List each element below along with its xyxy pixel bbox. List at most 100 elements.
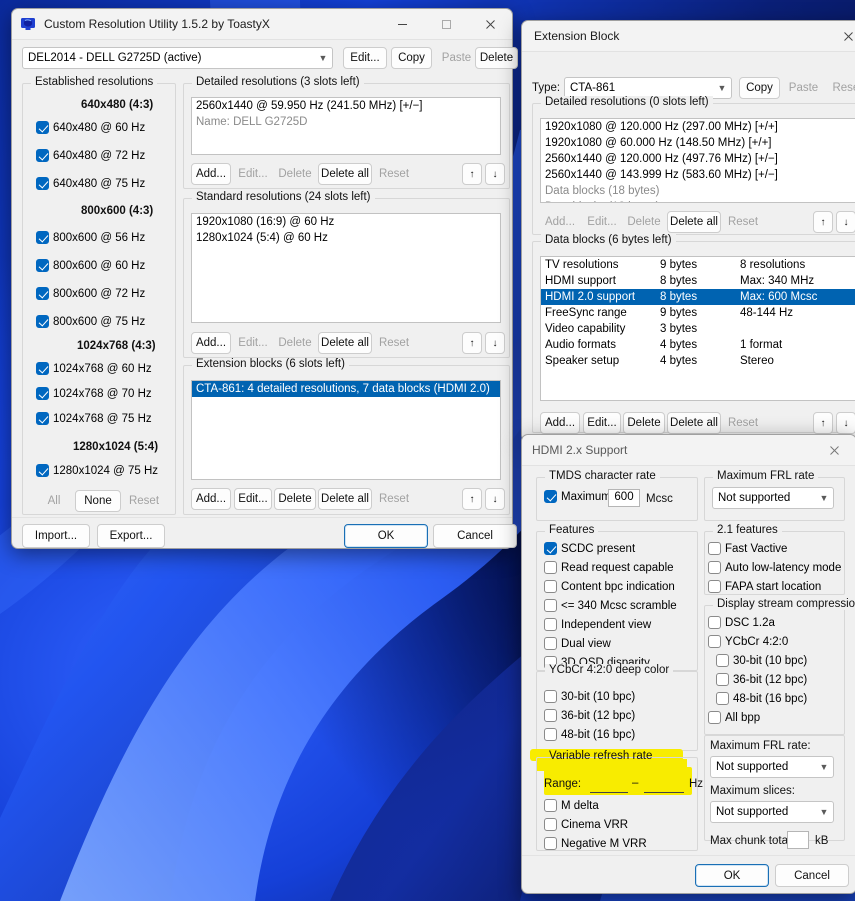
hdmi-ok-button[interactable]: OK xyxy=(695,864,769,887)
import-button[interactable]: Import... xyxy=(22,524,90,548)
feature21-checkbox-fast-vactive[interactable]: Fast Vactive xyxy=(708,542,787,555)
extension-edit-button[interactable]: Edit... xyxy=(234,488,272,510)
extension-delete-button[interactable]: Delete xyxy=(274,488,316,510)
established-checkbox-1024x768-75[interactable]: 1024x768 @ 75 Hz xyxy=(36,412,152,425)
feature-checkbox-content-bpc-indication[interactable]: Content bpc indication xyxy=(544,580,675,593)
hdmi-cancel-button[interactable]: Cancel xyxy=(775,864,849,887)
feature-checkbox-read-request-capable[interactable]: Read request capable xyxy=(544,561,674,574)
list-item[interactable]: 1920x1080 (16:9) @ 60 Hz xyxy=(192,214,500,230)
established-checkbox-800x600-75[interactable]: 800x600 @ 75 Hz xyxy=(36,315,145,328)
list-item[interactable]: 2560x1440 @ 120.000 Hz (497.76 MHz) [+/−… xyxy=(541,151,855,167)
detailed-move-up-button[interactable]: ↑ xyxy=(462,163,482,185)
feature-checkbox-340-mcsc-scramble[interactable]: <= 340 Mcsc scramble xyxy=(544,599,677,612)
close-icon[interactable] xyxy=(812,435,855,465)
established-checkbox-800x600-72[interactable]: 800x600 @ 72 Hz xyxy=(36,287,145,300)
export-button[interactable]: Export... xyxy=(97,524,165,548)
list-item[interactable]: 1920x1080 @ 60.000 Hz (148.50 MHz) [+/+] xyxy=(541,135,855,151)
close-icon[interactable] xyxy=(826,21,855,51)
feature-checkbox-scdc-present[interactable]: SCDC present xyxy=(544,542,635,555)
dsc-checkbox-ycbcr-420[interactable]: YCbCr 4:2:0 xyxy=(708,635,788,648)
standard-delete-all-button[interactable]: Delete all xyxy=(318,332,372,354)
data-blocks-delete-button[interactable]: Delete xyxy=(623,412,665,434)
list-item[interactable]: 1280x1024 (5:4) @ 60 Hz xyxy=(192,230,500,246)
ycbcr-checkbox-48-bit[interactable]: 48-bit (16 bpc) xyxy=(544,728,635,741)
tmds-maximum-checkbox[interactable]: Maximum: xyxy=(544,490,614,503)
data-blocks-add-button[interactable]: Add... xyxy=(540,412,580,434)
vrr-checkbox-negative-m-vrr[interactable]: Negative M VRR xyxy=(544,837,647,850)
detailed-add-button[interactable]: Add... xyxy=(191,163,231,185)
table-row[interactable]: Audio formats 4 bytes 1 format xyxy=(541,337,855,353)
ycbcr-checkbox-36-bit[interactable]: 36-bit (12 bpc) xyxy=(544,709,635,722)
data-blocks-delete-all-button[interactable]: Delete all xyxy=(667,412,721,434)
dsc-checkbox-30-bit[interactable]: 30-bit (10 bpc) xyxy=(716,654,807,667)
extension-blocks-list[interactable]: CTA-861: 4 detailed resolutions, 7 data … xyxy=(191,380,501,480)
table-row[interactable]: HDMI 2.0 support 8 bytes Max: 600 Mcsc xyxy=(541,289,855,305)
feature-checkbox-independent-view[interactable]: Independent view xyxy=(544,618,651,631)
list-item[interactable]: CTA-861: 4 detailed resolutions, 7 data … xyxy=(192,381,500,397)
max-frl-select[interactable]: Not supported ▼ xyxy=(712,487,834,509)
ext-detailed-move-up-button[interactable]: ↑ xyxy=(813,211,833,233)
list-item[interactable]: Data blocks (12 bytes) xyxy=(541,199,855,202)
list-item[interactable]: 2560x1440 @ 143.999 Hz (583.60 MHz) [+/−… xyxy=(541,167,855,183)
established-checkbox-1024x768-60[interactable]: 1024x768 @ 60 Hz xyxy=(36,362,152,375)
hdmi-titlebar[interactable]: HDMI 2.x Support xyxy=(522,435,855,466)
table-row[interactable]: Video capability 3 bytes xyxy=(541,321,855,337)
delete-monitor-button[interactable]: Delete xyxy=(475,47,518,69)
data-blocks-list[interactable]: TV resolutions 9 bytes 8 resolutions HDM… xyxy=(540,256,855,401)
data-blocks-edit-button[interactable]: Edit... xyxy=(583,412,621,434)
dsc-max-chunk-input[interactable] xyxy=(787,831,809,849)
close-icon[interactable] xyxy=(468,9,512,39)
tmds-maximum-input[interactable]: 600 xyxy=(608,489,640,507)
vrr-checkbox-cinema-vrr[interactable]: Cinema VRR xyxy=(544,818,628,831)
copy-monitor-button[interactable]: Copy xyxy=(391,47,432,69)
table-row[interactable]: HDMI support 8 bytes Max: 340 MHz xyxy=(541,273,855,289)
list-item[interactable]: 2560x1440 @ 59.950 Hz (241.50 MHz) [+/−] xyxy=(192,98,500,114)
established-checkbox-640x480-75[interactable]: 640x480 @ 75 Hz xyxy=(36,177,145,190)
monitor-select[interactable]: DEL2014 - DELL G2725D (active) ▼ xyxy=(22,47,333,69)
established-checkbox-1280x1024-75[interactable]: 1280x1024 @ 75 Hz xyxy=(36,464,158,477)
feature-checkbox-dual-view[interactable]: Dual view xyxy=(544,637,611,650)
established-checkbox-1024x768-70[interactable]: 1024x768 @ 70 Hz xyxy=(36,387,152,400)
edit-monitor-button[interactable]: Edit... xyxy=(343,47,387,69)
table-row[interactable]: Speaker setup 4 bytes Stereo xyxy=(541,353,855,369)
established-checkbox-640x480-72[interactable]: 640x480 @ 72 Hz xyxy=(36,149,145,162)
detailed-move-down-button[interactable]: ↓ xyxy=(485,163,505,185)
maximize-icon[interactable] xyxy=(424,9,468,39)
feature21-checkbox-auto-low-latency-mode[interactable]: Auto low-latency mode xyxy=(708,561,841,574)
list-item[interactable]: 1920x1080 @ 120.000 Hz (297.00 MHz) [+/+… xyxy=(541,119,855,135)
established-checkbox-800x600-56[interactable]: 800x600 @ 56 Hz xyxy=(36,231,145,244)
cru-titlebar[interactable]: Custom Resolution Utility 1.5.2 by Toast… xyxy=(12,9,512,40)
detailed-resolutions-list[interactable]: 2560x1440 @ 59.950 Hz (241.50 MHz) [+/−]… xyxy=(191,97,501,155)
standard-resolutions-list[interactable]: 1920x1080 (16:9) @ 60 Hz 1280x1024 (5:4)… xyxy=(191,213,501,323)
standard-add-button[interactable]: Add... xyxy=(191,332,231,354)
vrr-checkbox-m-delta[interactable]: M delta xyxy=(544,799,599,812)
minimize-icon[interactable] xyxy=(380,9,424,39)
standard-move-up-button[interactable]: ↑ xyxy=(462,332,482,354)
dsc-checkbox-dsc-12a[interactable]: DSC 1.2a xyxy=(708,616,775,629)
extension-delete-all-button[interactable]: Delete all xyxy=(318,488,372,510)
established-checkbox-800x600-60[interactable]: 800x600 @ 60 Hz xyxy=(36,259,145,272)
ext-detailed-list[interactable]: 1920x1080 @ 120.000 Hz (297.00 MHz) [+/+… xyxy=(540,118,855,203)
list-item[interactable]: Data blocks (18 bytes) xyxy=(541,183,855,199)
feature21-checkbox-fapa-start-location[interactable]: FAPA start location xyxy=(708,580,821,593)
standard-move-down-button[interactable]: ↓ xyxy=(485,332,505,354)
list-item[interactable]: Name: DELL G2725D xyxy=(192,114,500,130)
extension-add-button[interactable]: Add... xyxy=(191,488,231,510)
extension-titlebar[interactable]: Extension Block xyxy=(522,21,855,52)
dsc-max-frl-select[interactable]: Not supported ▼ xyxy=(710,756,834,778)
ok-button[interactable]: OK xyxy=(344,524,428,548)
detailed-delete-all-button[interactable]: Delete all xyxy=(318,163,372,185)
table-row[interactable]: TV resolutions 9 bytes 8 resolutions xyxy=(541,257,855,273)
dsc-checkbox-36-bit[interactable]: 36-bit (12 bpc) xyxy=(716,673,807,686)
extension-move-up-button[interactable]: ↑ xyxy=(462,488,482,510)
data-blocks-move-down-button[interactable]: ↓ xyxy=(836,412,855,434)
ycbcr-checkbox-30-bit[interactable]: 30-bit (10 bpc) xyxy=(544,690,635,703)
dsc-checkbox-all-bpp[interactable]: All bpp xyxy=(708,711,760,724)
ext-detailed-delete-all-button[interactable]: Delete all xyxy=(667,211,721,233)
dsc-max-slices-select[interactable]: Not supported ▼ xyxy=(710,801,834,823)
type-copy-button[interactable]: Copy xyxy=(739,77,780,99)
extension-move-down-button[interactable]: ↓ xyxy=(485,488,505,510)
dsc-checkbox-48-bit[interactable]: 48-bit (16 bpc) xyxy=(716,692,807,705)
ext-detailed-move-down-button[interactable]: ↓ xyxy=(836,211,855,233)
data-blocks-move-up-button[interactable]: ↑ xyxy=(813,412,833,434)
